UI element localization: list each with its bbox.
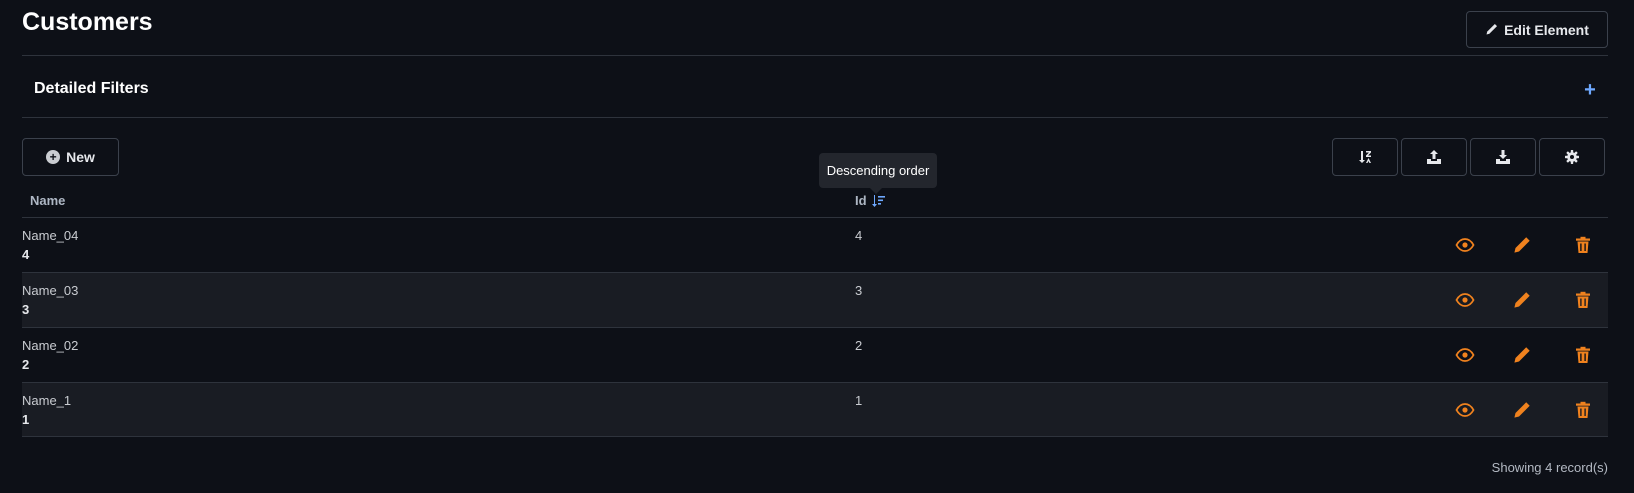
download-button[interactable] xyxy=(1470,138,1536,176)
row-name: Name_02 xyxy=(22,338,79,353)
pencil-icon[interactable] xyxy=(1512,345,1532,365)
pencil-icon[interactable] xyxy=(1512,235,1532,255)
record-count: Showing 4 record(s) xyxy=(1491,460,1608,475)
edit-element-button[interactable]: Edit Element xyxy=(1466,11,1608,48)
upload-icon xyxy=(1427,150,1441,164)
divider xyxy=(22,55,1608,56)
row-id: 1 xyxy=(855,393,863,408)
pencil-icon[interactable] xyxy=(1512,290,1532,310)
row-id: 3 xyxy=(855,283,863,298)
detailed-filters-title: Detailed Filters xyxy=(34,80,149,97)
trash-icon[interactable] xyxy=(1573,290,1593,310)
eye-icon[interactable] xyxy=(1455,345,1475,365)
eye-icon[interactable] xyxy=(1455,235,1475,255)
settings-button[interactable] xyxy=(1539,138,1605,176)
sort-button[interactable] xyxy=(1332,138,1398,176)
row-name: Name_03 xyxy=(22,283,79,298)
eye-icon[interactable] xyxy=(1455,400,1475,420)
pencil-icon[interactable] xyxy=(1512,400,1532,420)
new-button[interactable]: + New xyxy=(22,138,119,176)
download-icon xyxy=(1496,150,1510,164)
gear-icon xyxy=(1565,150,1579,164)
table-row: Name_1 1 1 xyxy=(22,382,1608,437)
row-name-id: 3 xyxy=(22,302,30,317)
divider xyxy=(22,117,1608,118)
sort-icon xyxy=(1359,151,1371,163)
column-header-id[interactable]: Id xyxy=(855,193,885,208)
trash-icon[interactable] xyxy=(1573,345,1593,365)
row-name: Name_04 xyxy=(22,228,79,243)
trash-icon[interactable] xyxy=(1573,400,1593,420)
new-button-label: New xyxy=(66,149,95,165)
eye-icon[interactable] xyxy=(1455,290,1475,310)
sort-tooltip: Descending order xyxy=(819,153,937,194)
row-id: 4 xyxy=(855,228,863,243)
page-title: Customers xyxy=(22,8,153,36)
column-header-id-label: Id xyxy=(855,193,867,208)
plus-circle-icon: + xyxy=(46,150,61,164)
filters-expand-icon[interactable]: + xyxy=(1580,80,1600,100)
trash-icon[interactable] xyxy=(1573,235,1593,255)
row-name-id: 2 xyxy=(22,357,30,372)
column-header-name[interactable]: Name xyxy=(30,193,65,208)
upload-button[interactable] xyxy=(1401,138,1467,176)
table-row: Name_04 4 4 xyxy=(22,217,1608,272)
pencil-icon xyxy=(1486,23,1498,35)
row-name: Name_1 xyxy=(22,393,72,408)
row-id: 2 xyxy=(855,338,863,353)
table-row: Name_03 3 3 xyxy=(22,272,1608,327)
row-name-id: 4 xyxy=(22,247,30,262)
row-name-id: 1 xyxy=(22,412,30,427)
sort-descending-icon xyxy=(871,194,885,207)
customers-page: Customers Edit Element Detailed Filters … xyxy=(0,0,1634,493)
edit-element-label: Edit Element xyxy=(1504,21,1589,38)
table-row: Name_02 2 2 xyxy=(22,327,1608,382)
